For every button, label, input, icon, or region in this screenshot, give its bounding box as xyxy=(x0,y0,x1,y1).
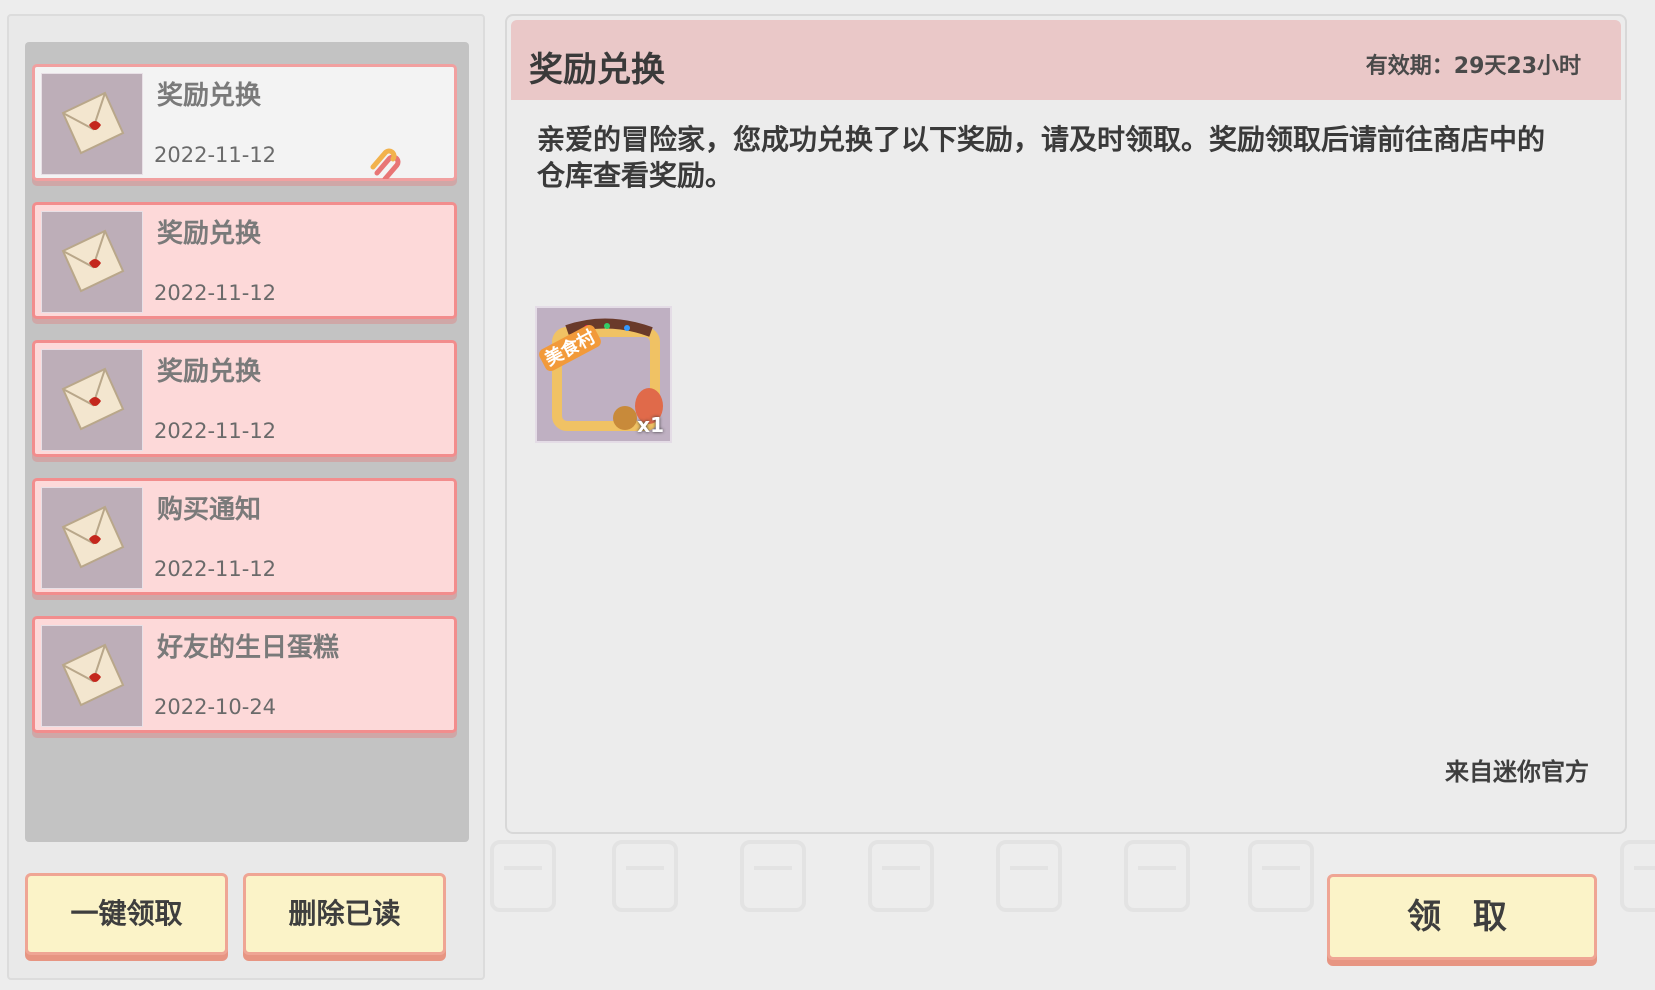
expiry-label: 有效期：29天23小时 xyxy=(1365,54,1581,79)
detail-title: 奖励兑换 xyxy=(529,50,665,90)
mail-item-date: 2022-10-24 xyxy=(154,695,277,719)
mail-item[interactable]: 奖励兑换 2022-11-12 xyxy=(32,202,457,319)
mail-item-title: 奖励兑换 xyxy=(157,219,262,249)
mail-item-title: 购买通知 xyxy=(157,495,262,525)
mail-list[interactable]: 奖励兑换 2022-11-12 奖励兑换 2022-11-12 奖励兑换 202… xyxy=(25,42,469,842)
attachment-icon xyxy=(370,148,401,179)
reward-item[interactable]: 美食村 x1 xyxy=(535,306,672,443)
letter-icon xyxy=(41,349,143,451)
mail-item-date: 2022-11-12 xyxy=(154,557,277,581)
mail-item[interactable]: 购买通知 2022-11-12 xyxy=(32,478,457,595)
mail-item[interactable]: 奖励兑换 2022-11-12 xyxy=(32,340,457,457)
detail-header: 奖励兑换 有效期：29天23小时 xyxy=(511,20,1621,100)
mail-item[interactable]: 奖励兑换 2022-11-12 xyxy=(32,64,457,181)
letter-icon xyxy=(41,211,143,313)
mail-detail-panel: 奖励兑换 有效期：29天23小时 亲爱的冒险家，您成功兑换了以下奖励，请及时领取… xyxy=(505,14,1627,834)
mail-item-date: 2022-11-12 xyxy=(154,143,277,167)
letter-icon xyxy=(41,73,143,175)
mail-item-title: 好友的生日蛋糕 xyxy=(157,633,340,663)
delete-read-button[interactable]: 删除已读 xyxy=(243,873,446,955)
mail-item[interactable]: 好友的生日蛋糕 2022-10-24 xyxy=(32,616,457,733)
mail-item-title: 奖励兑换 xyxy=(157,357,262,387)
mail-item-date: 2022-11-12 xyxy=(154,281,277,305)
claim-all-button[interactable]: 一键领取 xyxy=(25,873,228,955)
mail-body-text: 亲爱的冒险家，您成功兑换了以下奖励，请及时领取。奖励领取后请前往商店中的仓库查看… xyxy=(537,123,1546,192)
reward-quantity: x1 xyxy=(637,413,664,437)
letter-icon xyxy=(41,487,143,589)
mail-item-title: 奖励兑换 xyxy=(157,81,262,111)
letter-icon xyxy=(41,625,143,727)
sender-label: 来自迷你官方 xyxy=(1445,758,1589,786)
claim-button[interactable]: 领 取 xyxy=(1327,874,1597,960)
mail-item-date: 2022-11-12 xyxy=(154,419,277,443)
